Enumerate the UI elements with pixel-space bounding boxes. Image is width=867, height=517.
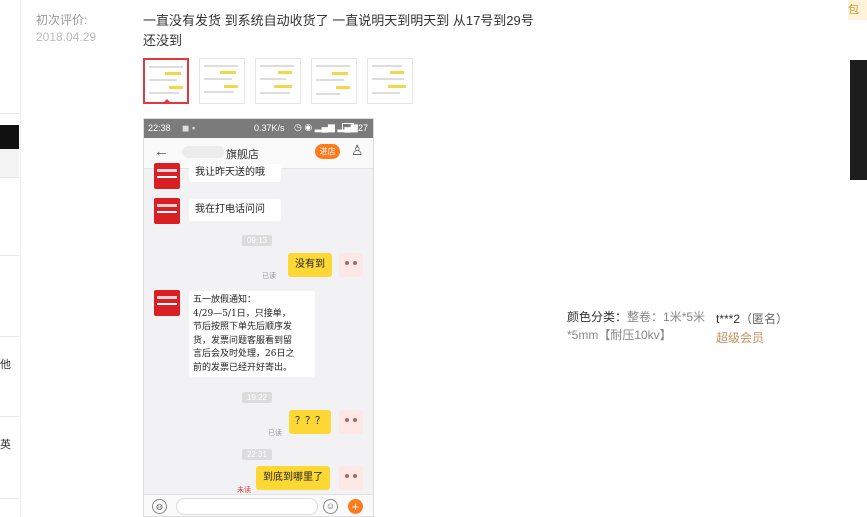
network-speed: 0.37K/s [254, 123, 285, 133]
sidebar-block [0, 0, 19, 114]
voice-icon[interactable]: ◍ [152, 499, 167, 514]
store-avatar [154, 163, 180, 189]
user-avatar [339, 466, 363, 490]
store-avatar [154, 290, 180, 316]
sidebar-block [0, 177, 19, 256]
product-image-partial[interactable] [850, 60, 867, 180]
user-avatar [339, 410, 363, 434]
blurred-store-prefix [182, 146, 224, 158]
review-photo-thumbnail[interactable] [255, 58, 301, 104]
chat-message-own: ？？？ [289, 410, 331, 434]
store-name: 旗舰店 [226, 148, 259, 161]
battery-icon [342, 123, 354, 131]
review-photo-thumbnail[interactable] [199, 58, 245, 104]
reviewer-username: t***2 [716, 312, 741, 326]
arrow-left-icon[interactable]: ← [154, 143, 169, 160]
reviewer-name: t***2（匿名） [716, 310, 788, 327]
status-bar: 22:38 ◼ ▪ 0.37K/s ◷ ◉ ▂▄▆ ▂▄▆ 27 [144, 119, 373, 138]
chat-message: 五一放假通知： 4/29—5/1日，只接单， 节后按照下单先后顺序发 货，发票问… [189, 291, 315, 377]
review-photo-thumbnail[interactable] [367, 58, 413, 104]
member-level: 超级会员 [716, 331, 765, 345]
chat-message: 我在打电话问问 [189, 199, 281, 221]
sidebar-dark-block [0, 125, 19, 149]
enter-store-button[interactable]: 进店 [315, 144, 340, 159]
review-photo-thumbnail[interactable] [311, 58, 357, 104]
chat-timestamp: 19:22 [242, 392, 272, 403]
plus-icon[interactable]: + [348, 499, 363, 514]
read-status: 已读 [262, 273, 276, 280]
notification-icons: ◼ ▪ [182, 123, 196, 133]
sidebar-block [0, 255, 19, 337]
store-avatar [154, 198, 180, 224]
review-label: 初次评价: [36, 13, 88, 27]
sidebar-block [0, 149, 19, 178]
review-photo-thumbnail[interactable] [143, 58, 189, 104]
chat-message: 我让昨天送的哦 [189, 164, 281, 182]
chat-message-own: 没有到 [288, 253, 332, 277]
chat-input-bar: ◍ ☺ + [144, 494, 373, 516]
sidebar-block [0, 416, 19, 499]
anonymous-tag: （匿名） [740, 312, 789, 326]
review-text: 一直没有发货 到系统自动收货了 一直说明天到明天到 从17号到29号还没到 [143, 13, 534, 48]
emoji-icon[interactable]: ☺ [323, 499, 338, 514]
left-sidebar-strip: 他 英 [0, 0, 21, 517]
chat-timestamp: 22:31 [242, 449, 272, 460]
read-status: 已读 [268, 430, 282, 437]
right-tag: 包 [848, 0, 867, 20]
sidebar-block [0, 336, 19, 417]
chat-timestamp: 09:13 [242, 235, 272, 246]
status-time: 22:38 [148, 123, 171, 133]
spec-label: 颜色分类： [567, 310, 628, 324]
product-spec: 颜色分类：整卷：1米*5米*5mm【耐压10kv】 [567, 308, 707, 344]
user-profile-icon[interactable]: ♙ [351, 142, 364, 159]
chat-message-own: 到底到哪里了 [256, 466, 330, 490]
review-date: 2018.04.29 [36, 30, 97, 44]
user-avatar [339, 253, 363, 277]
review-photo-large[interactable]: 22:38 ◼ ▪ 0.37K/s ◷ ◉ ▂▄▆ ▂▄▆ 27 ← 旗舰店 进… [143, 118, 374, 517]
battery-level: 27 [358, 123, 369, 133]
chat-text-input[interactable] [176, 498, 318, 515]
